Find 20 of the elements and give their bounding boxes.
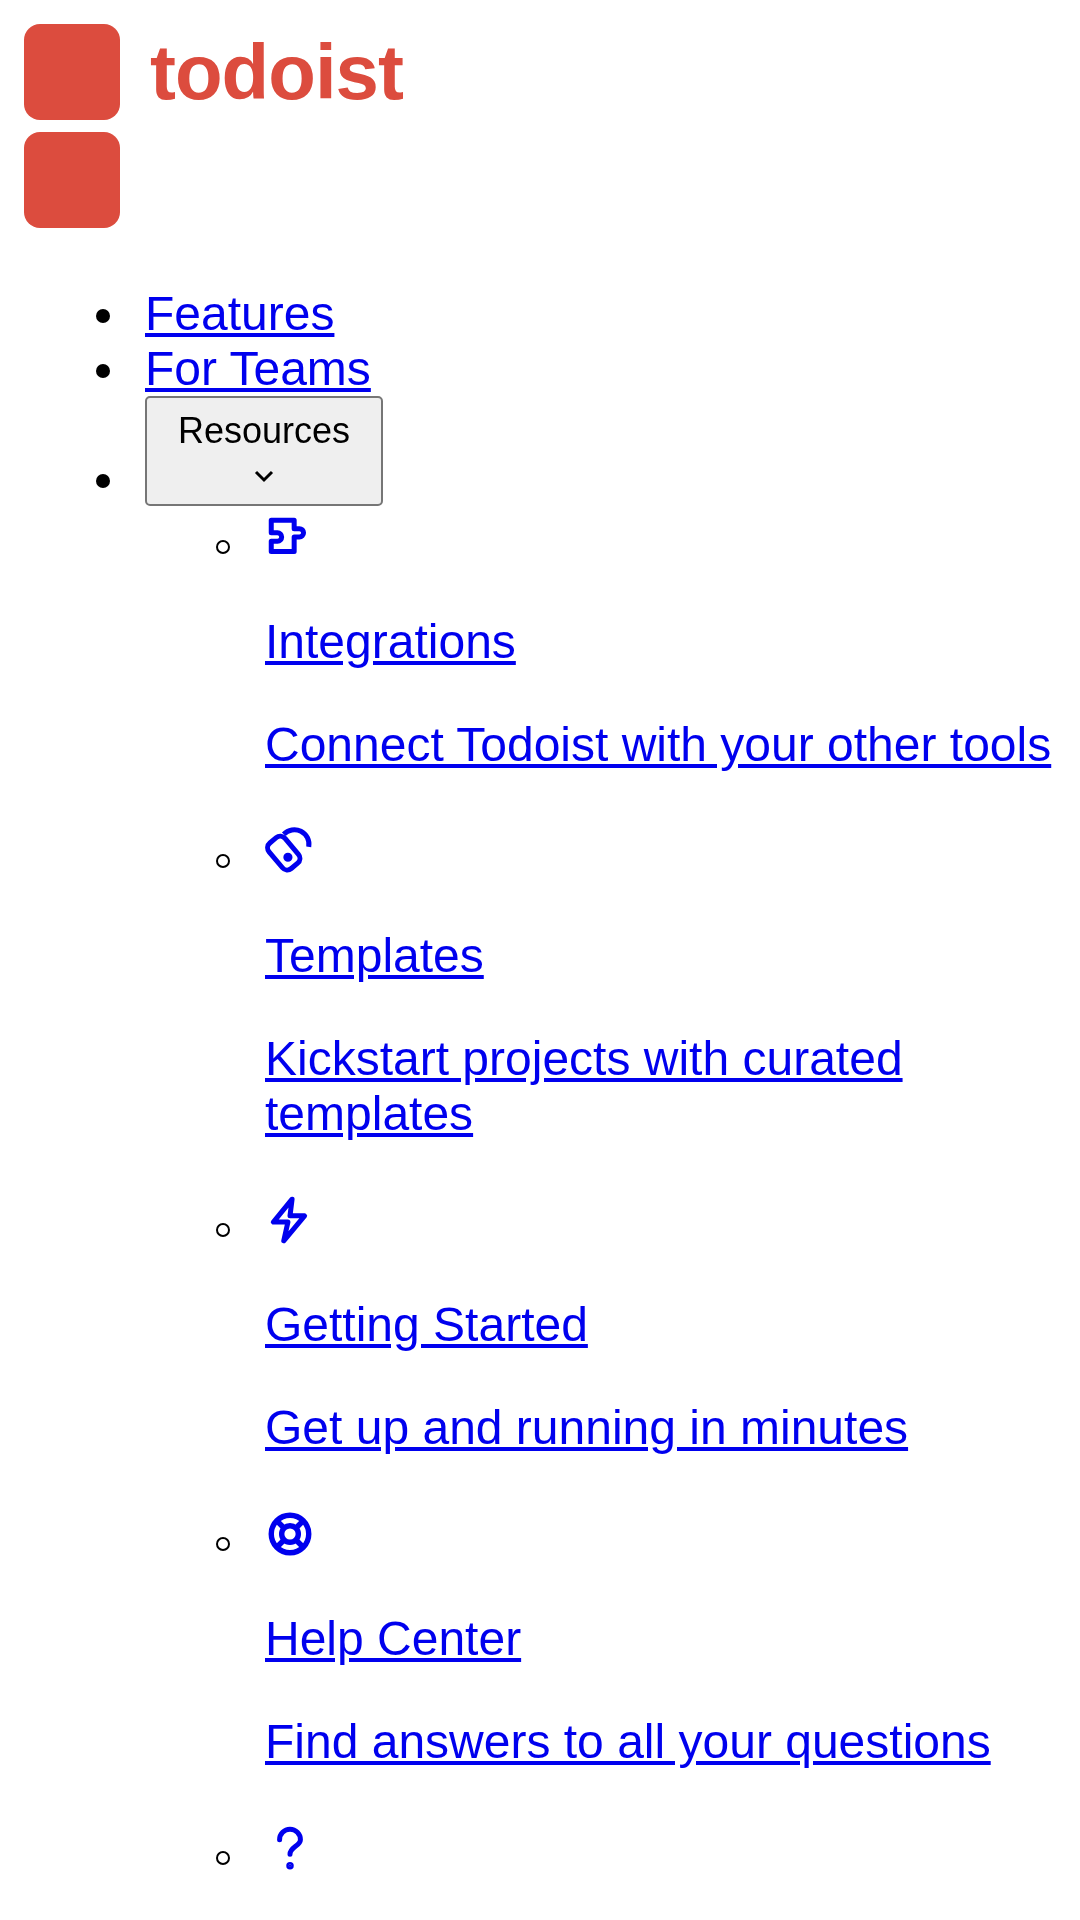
list-bullet — [216, 854, 230, 868]
menu-link-description[interactable]: Find answers to all your questions — [265, 1714, 1075, 1769]
list-bullet — [96, 364, 110, 378]
menu-link[interactable]: Help Center — [265, 1612, 522, 1665]
list-bullet — [216, 540, 230, 554]
menu-link-description[interactable]: Connect Todoist with your other tools — [265, 717, 1075, 772]
nav-link[interactable]: Features — [145, 286, 1080, 341]
menu-link-description[interactable]: Kickstart projects with curated templates — [265, 1031, 1075, 1141]
logo-wordmark[interactable]: todoist — [150, 24, 1080, 120]
list-bullet — [96, 474, 110, 488]
resources-menu-button[interactable]: Resources — [145, 396, 383, 506]
menu-link[interactable]: Templates — [265, 929, 484, 982]
menu-link[interactable]: Integrations — [265, 615, 516, 668]
menu-link-description[interactable]: Get up and running in minutes — [265, 1400, 1075, 1455]
nav-link[interactable]: For Teams — [145, 341, 1080, 396]
list-bullet — [216, 1851, 230, 1865]
list-bullet — [216, 1223, 230, 1237]
list-bullet — [216, 1537, 230, 1551]
menu-link[interactable]: Getting Started — [265, 1298, 588, 1351]
list-bullet — [96, 309, 110, 323]
